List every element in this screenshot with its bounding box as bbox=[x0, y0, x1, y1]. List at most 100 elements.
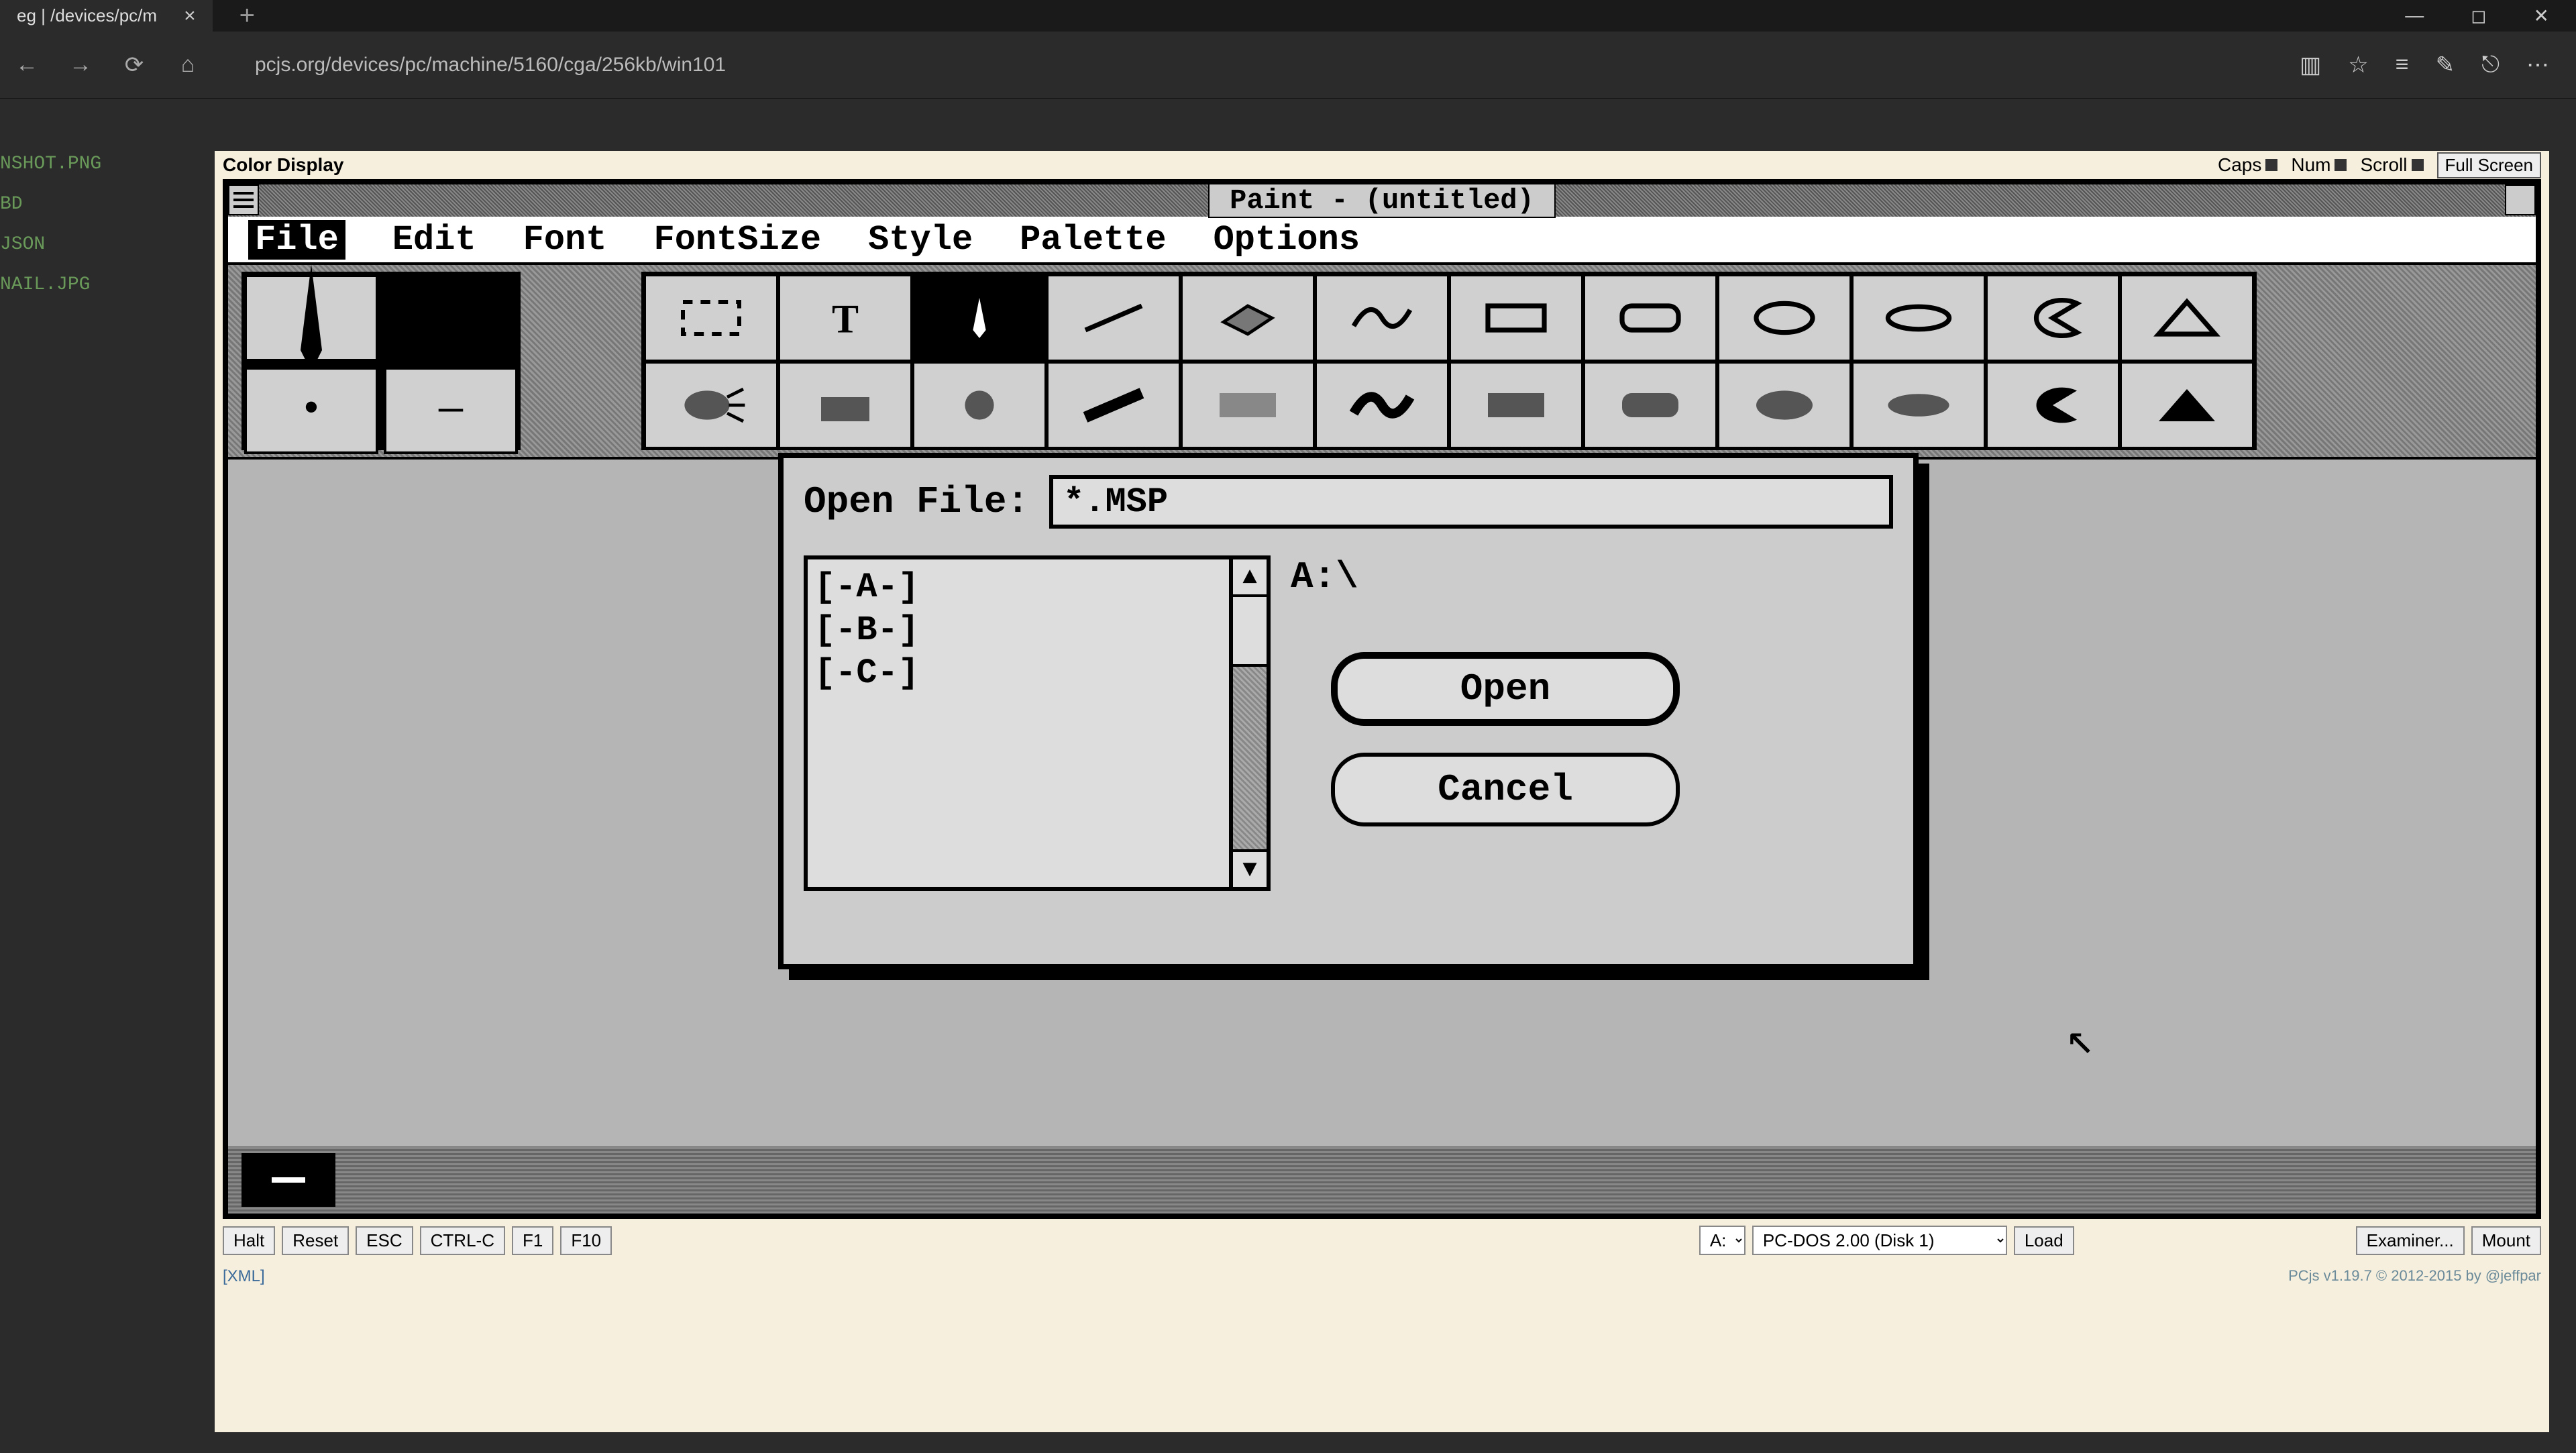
svg-text:T: T bbox=[832, 297, 859, 341]
refresh-icon[interactable]: ⟳ bbox=[121, 52, 148, 78]
tool-spray-icon[interactable] bbox=[644, 362, 778, 449]
forward-icon[interactable]: → bbox=[67, 52, 94, 78]
menu-options[interactable]: Options bbox=[1214, 220, 1360, 260]
tool-rectangle-icon[interactable] bbox=[1449, 274, 1583, 362]
system-menu-icon[interactable] bbox=[228, 184, 259, 215]
emulator-panel: Color Display Caps Num Scroll Full Scree… bbox=[215, 151, 2549, 1432]
emulator-controls: Halt Reset ESC CTRL-C F1 F10 A: PC-DOS 2… bbox=[215, 1219, 2549, 1262]
tool-selection-icon[interactable] bbox=[644, 274, 778, 362]
drive-item[interactable]: [-C-] bbox=[814, 652, 1222, 695]
examiner-button[interactable]: Examiner... bbox=[2356, 1226, 2465, 1255]
f1-button[interactable]: F1 bbox=[512, 1226, 553, 1255]
tool-brush-size-icon[interactable]: • bbox=[244, 367, 378, 454]
share-icon[interactable]: ⎋ bbox=[2481, 52, 2500, 78]
scroll-track[interactable] bbox=[1233, 597, 1267, 849]
favorite-icon[interactable]: ☆ bbox=[2348, 52, 2368, 78]
maximize-icon[interactable]: ◻ bbox=[2471, 5, 2486, 27]
drive-select[interactable]: A: bbox=[1699, 1226, 1746, 1255]
credit-text: PCjs v1.19.7 © 2012-2015 by @jeffpar bbox=[2288, 1267, 2541, 1286]
caps-label: Caps bbox=[2218, 154, 2261, 176]
menu-font[interactable]: Font bbox=[523, 220, 607, 260]
emulator-footer: [XML] PCjs v1.19.7 © 2012-2015 by @jeffp… bbox=[215, 1262, 2549, 1291]
reset-button[interactable]: Reset bbox=[282, 1226, 349, 1255]
menu-style[interactable]: Style bbox=[868, 220, 973, 260]
f10-button[interactable]: F10 bbox=[560, 1226, 612, 1255]
load-button[interactable]: Load bbox=[2014, 1226, 2074, 1255]
halt-button[interactable]: Halt bbox=[223, 1226, 275, 1255]
left-file-list: NSHOT.PNG BD JSON NAIL.JPG bbox=[0, 144, 101, 305]
file-item[interactable]: NAIL.JPG bbox=[0, 265, 101, 305]
file-item[interactable]: JSON bbox=[0, 225, 101, 265]
fullscreen-button[interactable]: Full Screen bbox=[2437, 152, 2542, 178]
scroll-label: Scroll bbox=[2360, 154, 2407, 176]
tool-filled-ellipse-icon[interactable] bbox=[1717, 362, 1851, 449]
tool-brush-icon[interactable] bbox=[912, 362, 1046, 449]
tool-triangle-icon[interactable] bbox=[2120, 274, 2254, 362]
browser-tab[interactable]: eg | /devices/pc/m × bbox=[0, 0, 213, 32]
tool-line-style-icon[interactable]: — bbox=[384, 367, 518, 454]
scroll-down-icon[interactable]: ▼ bbox=[1233, 849, 1267, 887]
mount-button[interactable]: Mount bbox=[2471, 1226, 2541, 1255]
tool-pencil-preview-icon[interactable] bbox=[244, 274, 378, 362]
disk-select[interactable]: PC-DOS 2.00 (Disk 1) bbox=[1752, 1226, 2007, 1255]
new-tab-button[interactable]: + bbox=[239, 1, 255, 31]
tool-pacman-icon[interactable] bbox=[1986, 274, 2120, 362]
esc-button[interactable]: ESC bbox=[356, 1226, 413, 1255]
menu-fontsize[interactable]: FontSize bbox=[653, 220, 821, 260]
open-file-dialog: Open File: [-A-] [-B-] [-C-] ▲ ▼ bbox=[778, 453, 1919, 969]
menu-edit[interactable]: Edit bbox=[392, 220, 476, 260]
cga-display: Paint - (untitled) File Edit Font FontSi… bbox=[223, 179, 2541, 1219]
address-bar[interactable]: pcjs.org/devices/pc/machine/5160/cga/256… bbox=[228, 54, 2273, 76]
browser-titlebar: eg | /devices/pc/m × + — ◻ ✕ bbox=[0, 0, 2576, 32]
tool-pattern-icon[interactable] bbox=[1181, 362, 1315, 449]
maximize-button[interactable] bbox=[2505, 184, 2536, 215]
tab-close-icon[interactable]: × bbox=[184, 5, 196, 28]
tool-color-swatch[interactable] bbox=[384, 274, 518, 362]
tool-thick-line-icon[interactable] bbox=[1046, 362, 1181, 449]
close-icon[interactable]: ✕ bbox=[2534, 5, 2549, 27]
drive-item[interactable]: [-A-] bbox=[814, 566, 1222, 609]
num-indicator-icon bbox=[2334, 159, 2347, 171]
app-title: Paint - (untitled) bbox=[1208, 183, 1556, 218]
file-item[interactable]: NSHOT.PNG bbox=[0, 144, 101, 184]
file-item[interactable]: BD bbox=[0, 184, 101, 225]
back-icon[interactable]: ← bbox=[13, 52, 40, 78]
drive-listbox[interactable]: [-A-] [-B-] [-C-] bbox=[804, 555, 1233, 891]
note-icon[interactable]: ✎ bbox=[2436, 52, 2455, 78]
current-path: A:\ bbox=[1291, 555, 1893, 598]
tool-filled-oval-icon[interactable] bbox=[1851, 362, 1986, 449]
tool-pencil-icon[interactable] bbox=[912, 274, 1046, 362]
tab-title: eg | /devices/pc/m bbox=[17, 5, 157, 26]
xml-link[interactable]: [XML] bbox=[223, 1267, 265, 1286]
reading-list-icon[interactable]: ▥ bbox=[2300, 52, 2321, 78]
tool-filled-pacman-icon[interactable] bbox=[1986, 362, 2120, 449]
open-file-label: Open File: bbox=[804, 480, 1029, 523]
tool-ellipse-icon[interactable] bbox=[1717, 274, 1851, 362]
tool-curve-icon[interactable] bbox=[1315, 274, 1449, 362]
tool-filled-rect-icon[interactable] bbox=[1449, 362, 1583, 449]
tool-wave-icon[interactable] bbox=[1315, 362, 1449, 449]
tool-text-icon[interactable]: T bbox=[778, 274, 912, 362]
tool-eraser-icon[interactable] bbox=[1181, 274, 1315, 362]
filename-input[interactable] bbox=[1049, 475, 1893, 529]
menu-palette[interactable]: Palette bbox=[1020, 220, 1166, 260]
caps-indicator-icon bbox=[2265, 159, 2277, 171]
scroll-indicator-icon bbox=[2412, 159, 2424, 171]
more-icon[interactable]: ⋯ bbox=[2526, 52, 2549, 78]
cancel-button[interactable]: Cancel bbox=[1331, 753, 1680, 826]
tool-oval-icon[interactable] bbox=[1851, 274, 1986, 362]
open-button[interactable]: Open bbox=[1331, 652, 1680, 726]
drive-item[interactable]: [-B-] bbox=[814, 609, 1222, 652]
tool-filled-triangle-icon[interactable] bbox=[2120, 362, 2254, 449]
listbox-scrollbar[interactable]: ▲ ▼ bbox=[1233, 555, 1271, 891]
scroll-up-icon[interactable]: ▲ bbox=[1233, 559, 1267, 597]
tool-filled-rounded-icon[interactable] bbox=[1583, 362, 1717, 449]
scroll-thumb-icon[interactable] bbox=[241, 1153, 335, 1207]
tool-fill-icon[interactable] bbox=[778, 362, 912, 449]
tool-rounded-rect-icon[interactable] bbox=[1583, 274, 1717, 362]
tool-line-icon[interactable] bbox=[1046, 274, 1181, 362]
minimize-icon[interactable]: — bbox=[2405, 5, 2424, 27]
home-icon[interactable]: ⌂ bbox=[174, 52, 201, 78]
ctrlc-button[interactable]: CTRL-C bbox=[420, 1226, 505, 1255]
hub-icon[interactable]: ≡ bbox=[2396, 52, 2409, 78]
